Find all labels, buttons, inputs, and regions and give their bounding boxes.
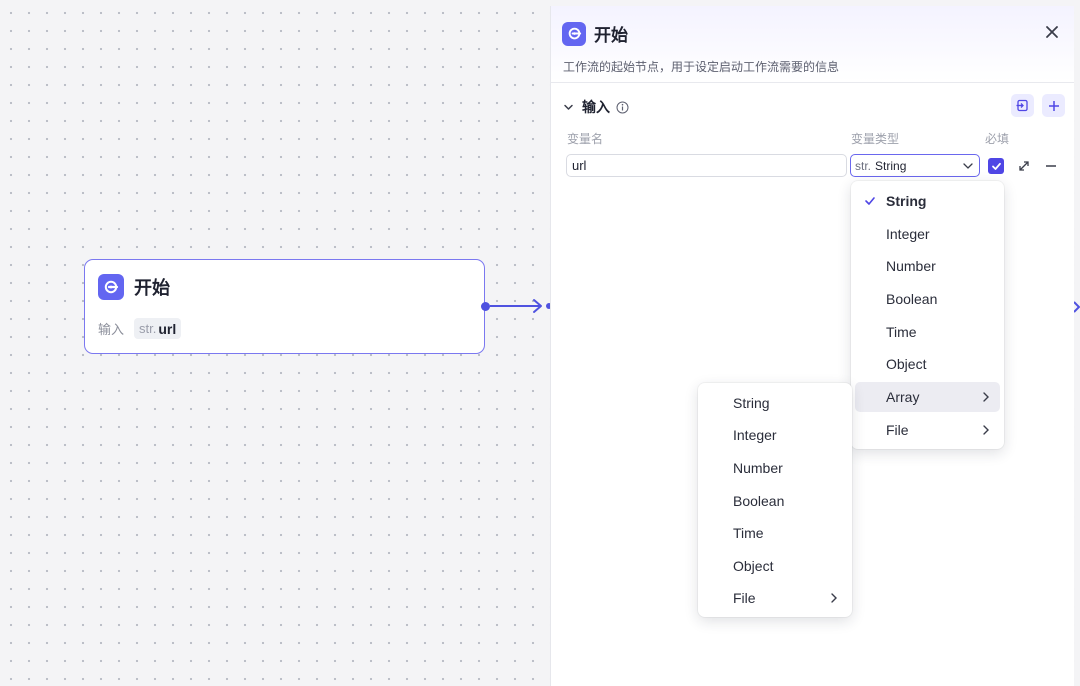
menu-item-label: Number	[733, 460, 783, 476]
variable-name-input[interactable]	[566, 154, 847, 177]
panel-header: 开始	[562, 21, 628, 46]
workflow-canvas[interactable]: 开始 输入 str. url 开始 工作流的起始节点，用于设定启动工作流需要的信…	[0, 0, 1080, 686]
array-option-number[interactable]: Number	[702, 453, 848, 483]
close-icon[interactable]	[1045, 25, 1059, 39]
check-icon	[865, 197, 875, 205]
info-icon[interactable]	[616, 101, 629, 114]
menu-item-label: Time	[886, 324, 917, 340]
column-header-type: 变量类型	[851, 132, 900, 146]
panel-description: 工作流的起始节点，用于设定启动工作流需要的信息	[563, 60, 840, 74]
node-title: 开始	[134, 278, 170, 298]
menu-item-label: Object	[733, 558, 774, 574]
section-title: 输入	[582, 99, 610, 115]
start-node-icon	[562, 21, 586, 46]
array-option-string[interactable]: String	[702, 388, 848, 418]
import-variables-button[interactable]	[1011, 94, 1034, 117]
start-node-icon	[98, 274, 124, 300]
add-variable-button[interactable]	[1042, 94, 1065, 117]
type-dropdown-menu: String Integer Number Boolean Time Objec…	[851, 181, 1004, 449]
type-select-value: String	[875, 158, 907, 173]
column-header-required: 必填	[985, 132, 1010, 146]
import-icon	[1016, 99, 1028, 112]
menu-item-label: Array	[886, 389, 920, 405]
array-option-integer[interactable]: Integer	[702, 420, 848, 450]
type-option-string[interactable]: String	[855, 186, 1000, 216]
check-icon	[991, 162, 1001, 170]
connection-edge[interactable]	[490, 296, 552, 316]
array-option-object[interactable]: Object	[702, 551, 848, 581]
node-header: 开始	[98, 274, 170, 300]
variable-name: url	[158, 320, 177, 337]
input-section-toggle[interactable]: 输入	[563, 97, 629, 117]
node-input-label: 输入	[98, 322, 125, 337]
menu-item-label: String	[886, 193, 927, 209]
required-checkbox[interactable]	[988, 158, 1004, 174]
type-option-number[interactable]: Number	[855, 251, 1000, 281]
variable-chip: str. url	[134, 318, 182, 339]
chevron-right-icon	[983, 392, 989, 402]
start-node[interactable]: 开始 输入 str. url	[84, 259, 485, 354]
menu-item-label: String	[733, 395, 770, 411]
chevron-down-icon	[963, 163, 973, 169]
node-output-handle[interactable]	[481, 302, 490, 311]
menu-item-label: Boolean	[886, 291, 938, 307]
type-option-boolean[interactable]: Boolean	[855, 284, 1000, 314]
array-type-submenu: String Integer Number Boolean Time Objec…	[698, 383, 852, 617]
type-option-object[interactable]: Object	[855, 349, 1000, 379]
column-header-name: 变量名	[567, 132, 604, 146]
panel-title: 开始	[594, 26, 628, 45]
menu-item-label: Object	[886, 356, 927, 372]
menu-item-label: File	[733, 590, 756, 606]
node-input-row: 输入 str. url	[98, 318, 182, 339]
menu-item-label: Number	[886, 258, 936, 274]
variable-type-tag: str.	[139, 321, 157, 336]
remove-variable-icon[interactable]	[1044, 159, 1058, 173]
chevron-right-icon	[983, 425, 989, 435]
array-option-time[interactable]: Time	[702, 518, 848, 548]
chevron-down-icon	[564, 104, 573, 110]
type-option-integer[interactable]: Integer	[855, 219, 1000, 249]
divider	[551, 82, 1074, 83]
menu-item-label: Time	[733, 525, 764, 541]
chevron-right-icon	[831, 593, 837, 603]
plus-icon	[1048, 100, 1059, 111]
type-option-time[interactable]: Time	[855, 317, 1000, 347]
type-option-file[interactable]: File	[855, 415, 1000, 445]
variable-type-select[interactable]: str. String	[850, 154, 980, 177]
menu-item-label: Integer	[733, 427, 777, 443]
menu-item-label: Boolean	[733, 493, 785, 509]
array-option-boolean[interactable]: Boolean	[702, 486, 848, 516]
expand-icon[interactable]	[1017, 159, 1031, 173]
array-option-file[interactable]: File	[702, 583, 848, 613]
type-prefix: str.	[855, 158, 872, 173]
type-option-array[interactable]: Array	[855, 382, 1000, 412]
menu-item-label: Integer	[886, 226, 930, 242]
menu-item-label: File	[886, 422, 909, 438]
